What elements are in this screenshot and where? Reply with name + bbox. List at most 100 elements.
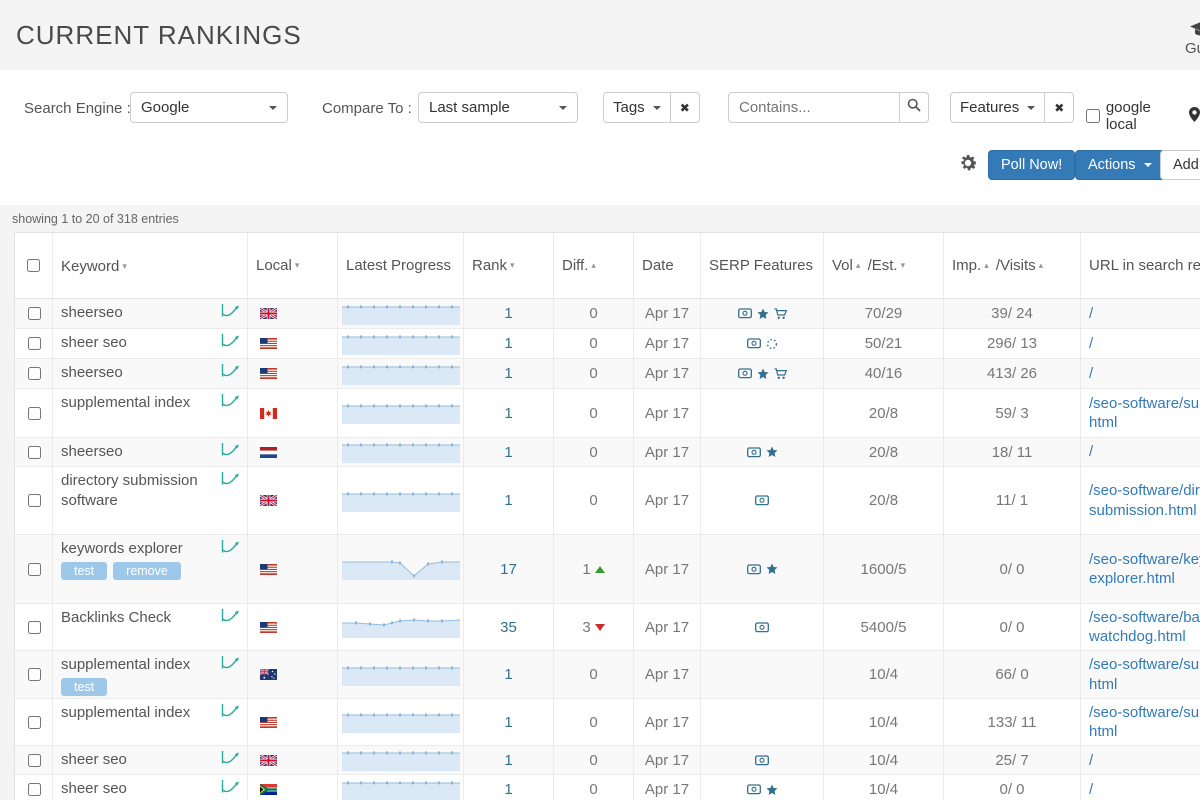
- tags-clear-button[interactable]: ✖: [670, 92, 700, 123]
- column-header-diff[interactable]: Diff.▴: [554, 233, 634, 298]
- result-url-link[interactable]: /: [1089, 780, 1093, 800]
- select-all-checkbox[interactable]: [27, 259, 40, 272]
- local-cell: [248, 299, 338, 328]
- trend-chart-icon[interactable]: [221, 471, 241, 486]
- result-url-link[interactable]: /seo-software/bacwatchdog.html: [1089, 608, 1200, 647]
- result-url-link[interactable]: /seo-software/keyexplorer.html: [1089, 550, 1200, 589]
- result-url-link[interactable]: /: [1089, 304, 1093, 324]
- column-header-keyword[interactable]: Keyword▾: [53, 233, 248, 298]
- progress-sparkline[interactable]: [342, 664, 460, 686]
- keyword-tag[interactable]: test: [61, 678, 107, 696]
- trend-chart-icon[interactable]: [221, 539, 241, 554]
- imp-visits-cell: 296/ 13: [944, 329, 1081, 358]
- trend-chart-icon[interactable]: [221, 779, 241, 794]
- row-checkbox[interactable]: [28, 621, 41, 634]
- result-url-link[interactable]: /: [1089, 334, 1093, 354]
- diff-cell: 0: [554, 775, 634, 800]
- add-keywords-button[interactable]: Add K: [1160, 150, 1200, 180]
- url-cell: /seo-software/diresubmission.html: [1081, 467, 1200, 534]
- compare-to-select[interactable]: Last sample: [418, 92, 578, 123]
- latest-progress-cell: [338, 746, 464, 774]
- vol-est-cell: 50/21: [824, 329, 944, 358]
- date-cell: Apr 17: [634, 604, 701, 650]
- keyword-tag[interactable]: remove: [113, 562, 181, 580]
- country-flag-icon-us: [260, 622, 277, 633]
- progress-sparkline[interactable]: [342, 558, 460, 580]
- result-url-link[interactable]: /seo-software/suphtml: [1089, 703, 1200, 742]
- gear-icon[interactable]: [957, 152, 979, 179]
- row-checkbox[interactable]: [28, 446, 41, 459]
- progress-sparkline[interactable]: [342, 333, 460, 355]
- trend-chart-icon[interactable]: [221, 363, 241, 378]
- guide-label: Gu: [1185, 40, 1200, 57]
- result-url-link[interactable]: /seo-software/diresubmission.html: [1089, 481, 1200, 520]
- trend-chart-icon[interactable]: [221, 393, 241, 408]
- progress-sparkline[interactable]: [342, 441, 460, 463]
- column-header-rank[interactable]: Rank▾: [464, 233, 554, 298]
- row-checkbox[interactable]: [28, 668, 41, 681]
- progress-sparkline[interactable]: [342, 402, 460, 424]
- row-checkbox[interactable]: [28, 494, 41, 507]
- keyword-text: sheer seo: [61, 779, 127, 799]
- progress-sparkline[interactable]: [342, 490, 460, 512]
- column-header-vol-est[interactable]: Vol▴ /Est.▾: [824, 233, 944, 298]
- keyword-tag[interactable]: test: [61, 562, 107, 580]
- progress-sparkline[interactable]: [342, 711, 460, 733]
- result-url-link[interactable]: /seo-software/suphtml: [1089, 394, 1200, 433]
- latest-progress-cell: [338, 604, 464, 650]
- tags-dropdown-button[interactable]: Tags: [603, 92, 671, 123]
- search-button[interactable]: [899, 92, 929, 123]
- row-checkbox[interactable]: [28, 337, 41, 350]
- guide-link[interactable]: Gu: [1185, 22, 1200, 57]
- result-url-link[interactable]: /: [1089, 751, 1093, 771]
- poll-now-button[interactable]: Poll Now!: [988, 150, 1075, 180]
- latest-progress-cell: [338, 535, 464, 603]
- column-header-imp-visits[interactable]: Imp.▴ /Visits▴: [944, 233, 1081, 298]
- actions-dropdown-button[interactable]: Actions: [1075, 150, 1165, 180]
- imp-visits-cell: 18/ 11: [944, 438, 1081, 466]
- date-cell: Apr 17: [634, 359, 701, 388]
- row-checkbox[interactable]: [28, 783, 41, 796]
- trend-chart-icon[interactable]: [221, 750, 241, 765]
- row-checkbox[interactable]: [28, 754, 41, 767]
- date-value: Apr 17: [645, 492, 689, 509]
- column-header-local[interactable]: Local▾: [248, 233, 338, 298]
- result-url-link[interactable]: /seo-software/suphtml: [1089, 655, 1200, 694]
- trend-chart-icon[interactable]: [221, 655, 241, 670]
- search-engine-select[interactable]: Google: [130, 92, 288, 123]
- serp-money-icon: [747, 447, 761, 458]
- trend-chart-icon[interactable]: [221, 303, 241, 318]
- result-url-link[interactable]: /: [1089, 442, 1093, 462]
- impressions-value: 59/ 3: [995, 405, 1028, 422]
- keyword-tags: test: [61, 678, 107, 696]
- vol-est-cell: 10/4: [824, 775, 944, 800]
- contains-input[interactable]: [728, 92, 900, 123]
- features-clear-button[interactable]: ✖: [1044, 92, 1074, 123]
- row-checkbox[interactable]: [28, 563, 41, 576]
- progress-sparkline[interactable]: [342, 363, 460, 385]
- progress-sparkline[interactable]: [342, 616, 460, 638]
- column-header-serp-features: SERP Features: [701, 233, 824, 298]
- vol-est-cell: 10/4: [824, 746, 944, 774]
- trend-chart-icon[interactable]: [221, 333, 241, 348]
- keyword-cell: sheer seo: [53, 775, 248, 800]
- progress-sparkline[interactable]: [342, 749, 460, 771]
- google-local-checkbox[interactable]: [1086, 109, 1100, 123]
- row-checkbox[interactable]: [28, 716, 41, 729]
- latest-progress-cell: [338, 438, 464, 466]
- row-checkbox[interactable]: [28, 407, 41, 420]
- country-flag-icon-gb: [260, 495, 277, 506]
- table-row: sheer seo10Apr 1710/40/ 0/: [15, 775, 1200, 800]
- trend-chart-icon[interactable]: [221, 442, 241, 457]
- progress-sparkline[interactable]: [342, 303, 460, 325]
- trend-chart-icon[interactable]: [221, 608, 241, 623]
- result-url-link[interactable]: /: [1089, 364, 1093, 384]
- impressions-value: 133/ 11: [988, 714, 1037, 731]
- vol-est-cell: 20/8: [824, 389, 944, 437]
- row-checkbox[interactable]: [28, 367, 41, 380]
- row-checkbox[interactable]: [28, 307, 41, 320]
- progress-sparkline[interactable]: [342, 779, 460, 800]
- features-dropdown-button[interactable]: Features: [950, 92, 1045, 123]
- trend-chart-icon[interactable]: [221, 703, 241, 718]
- filter-panel: Search Engine : Google Compare To : Last…: [0, 70, 1200, 205]
